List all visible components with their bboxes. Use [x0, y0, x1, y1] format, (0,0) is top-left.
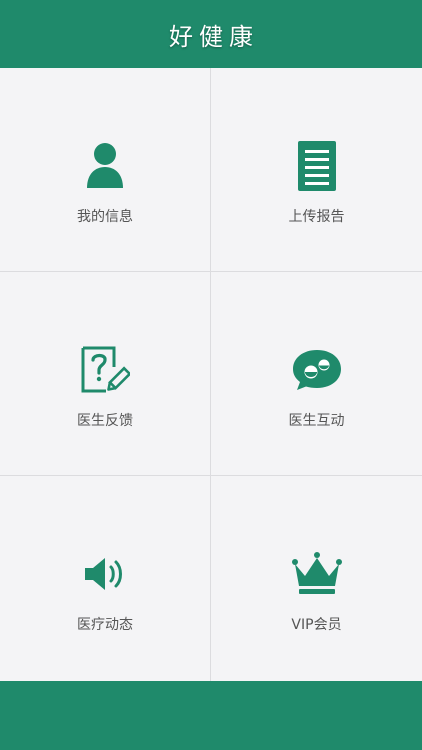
- question-edit-icon: [0, 342, 210, 398]
- menu-tile-label: 医生反馈: [77, 413, 133, 429]
- menu-tile-label: 医生互动: [288, 413, 345, 429]
- menu-tile-upload-report[interactable]: 上传报告: [211, 68, 422, 272]
- menu-tile-my-info[interactable]: 我的信息: [0, 68, 211, 272]
- menu-tile-label: 我的信息: [77, 209, 133, 225]
- app-screen: 好健康 我的信息 上传报告 医生反馈 医生互动 医疗动态 VIP会员: [0, 0, 422, 750]
- menu-tile-medical-news[interactable]: 医疗动态: [0, 476, 211, 681]
- app-title: 好健康: [169, 22, 259, 51]
- menu-tile-vip-member[interactable]: VIP会员: [211, 476, 422, 681]
- speaker-icon: [0, 546, 210, 602]
- menu-tile-label: 医疗动态: [77, 617, 133, 633]
- menu-tile-doctor-interaction[interactable]: 医生互动: [211, 272, 422, 476]
- person-icon: [0, 138, 210, 194]
- menu-grid: 我的信息 上传报告 医生反馈 医生互动 医疗动态 VIP会员: [0, 68, 422, 681]
- menu-tile-label: 上传报告: [288, 209, 345, 225]
- menu-tile-label: VIP会员: [291, 617, 342, 633]
- chat-bubble-icon: [211, 342, 422, 398]
- bottom-bar: [0, 681, 422, 750]
- crown-icon: [211, 546, 422, 602]
- app-header: 好健康: [0, 0, 422, 68]
- menu-tile-doctor-feedback[interactable]: 医生反馈: [0, 272, 211, 476]
- document-icon: [211, 138, 422, 194]
